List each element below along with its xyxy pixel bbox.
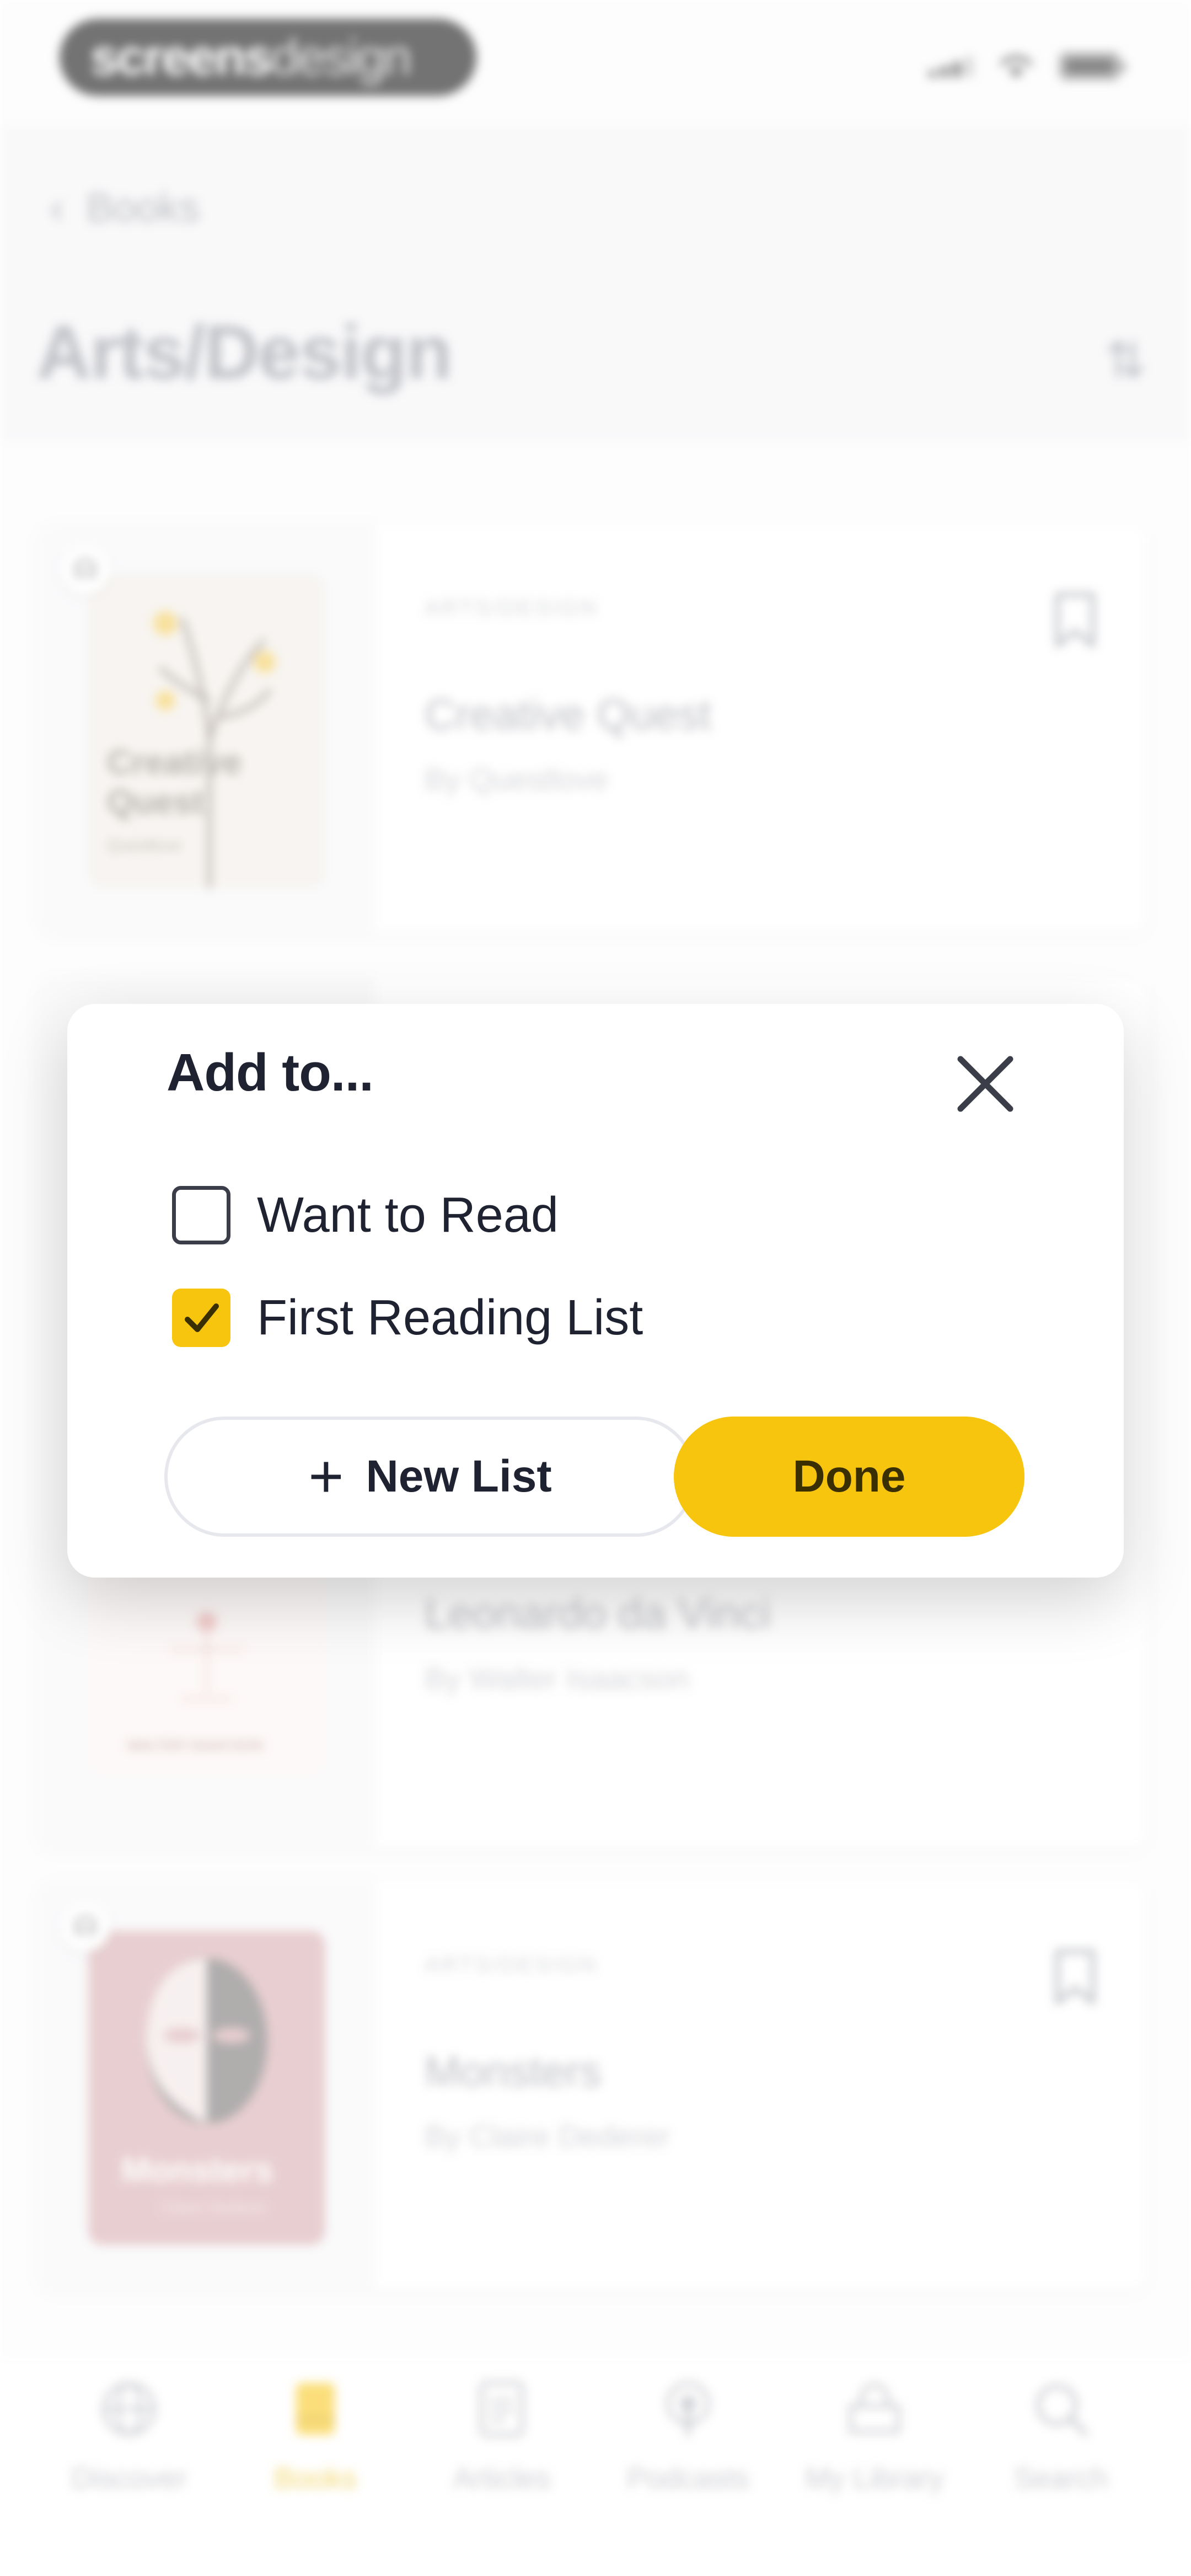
- plus-icon: +: [308, 1442, 344, 1510]
- checkmark-icon: [185, 1303, 219, 1332]
- close-icon[interactable]: [944, 1043, 1027, 1125]
- done-button[interactable]: Done: [674, 1417, 1024, 1537]
- option-label: First Reading List: [257, 1290, 643, 1345]
- option-label: Want to Read: [257, 1187, 559, 1243]
- checkbox-unchecked[interactable]: [172, 1186, 230, 1244]
- checkbox-checked[interactable]: [172, 1289, 230, 1347]
- new-list-label: New List: [366, 1451, 552, 1501]
- option-want-to-read[interactable]: Want to Read: [172, 1186, 559, 1244]
- add-to-list-dialog: Add to... Want to Read First Reading Lis…: [67, 1004, 1124, 1578]
- dialog-title: Add to...: [167, 1043, 374, 1102]
- option-first-reading-list[interactable]: First Reading List: [172, 1289, 643, 1347]
- new-list-button[interactable]: + New List: [164, 1417, 696, 1537]
